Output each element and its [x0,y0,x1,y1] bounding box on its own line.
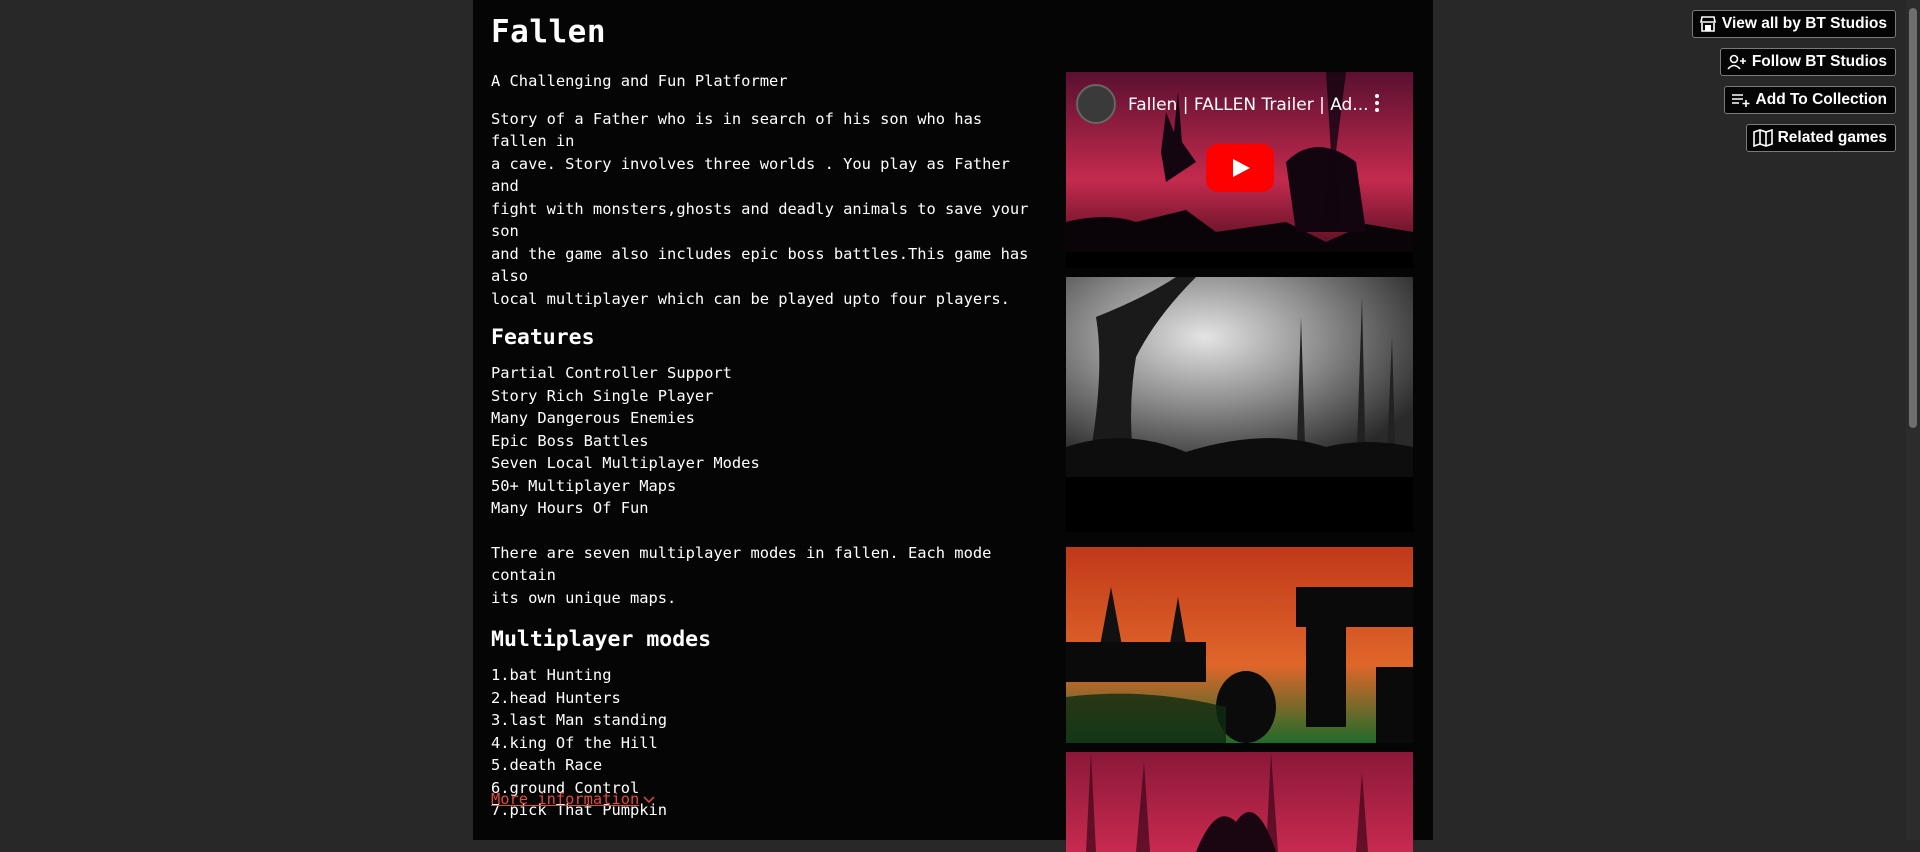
playlist-add-icon [1731,94,1750,107]
user-plus-icon [1727,54,1746,70]
note-line: There are seven multiplayer modes in fal… [491,543,992,585]
feature-item: Many Dangerous Enemies [491,409,695,427]
related-games-label: Related games [1777,129,1887,146]
feature-item: Story Rich Single Player [491,386,714,405]
story-line: Story of a Father who is in search of hi… [491,109,983,151]
trailer-video[interactable]: Fallen | FALLEN Trailer | Ad... [1066,72,1413,268]
game-page-column: Fallen A Challenging and Fun Platformer … [473,0,1433,852]
more-vertical-icon[interactable] [1375,94,1381,115]
store-icon [1699,16,1716,32]
more-information-link[interactable]: More information [491,790,655,808]
mode-item: 2.head Hunters [491,688,621,707]
feature-item: 50+ Multiplayer Maps [491,476,677,495]
feature-item: Partial Controller Support [491,364,732,382]
feature-item: Epic Boss Battles [491,431,649,450]
features-list: Partial Controller Support Story Rich Si… [491,362,1041,520]
page-title: Fallen [491,14,606,50]
follow-label: Follow BT Studios [1751,53,1887,70]
description-column: A Challenging and Fun Platformer Story o… [491,70,1041,822]
game-story: Story of a Father who is in search of hi… [491,108,1041,311]
story-line: local multiplayer which can be played up… [491,289,1010,308]
add-to-collection-button[interactable]: Add To Collection [1723,86,1896,114]
screenshot-image [1066,547,1413,743]
map-icon [1752,129,1773,147]
chevron-down-icon [643,793,655,807]
video-title[interactable]: Fallen | FALLEN Trailer | Ad... [1128,95,1369,115]
page-scrollbar[interactable] [1906,0,1920,840]
screenshot-crimson[interactable] [1066,752,1413,852]
story-line: and the game also includes epic boss bat… [491,244,1029,286]
screenshot-image [1066,752,1413,852]
add-to-collection-label: Add To Collection [1755,91,1887,108]
modes-note: There are seven multiplayer modes in fal… [491,542,1041,610]
mode-item: 5.death Race [491,756,603,774]
mode-item: 1.bat Hunting [491,666,612,684]
note-line: its own unique maps. [491,588,677,607]
view-all-label: View all by BT Studios [1721,15,1887,32]
mode-item: 3.last Man standing [491,711,668,729]
screenshot-sunset[interactable] [1066,547,1413,743]
features-heading: Features [491,325,595,350]
feature-item: Many Hours Of Fun [491,499,649,517]
screenshot-forest[interactable] [1066,277,1413,532]
story-line: fight with monsters,ghosts and deadly an… [491,199,1029,241]
screenshot-image [1066,277,1413,532]
multiplayer-modes-heading: Multiplayer modes [491,627,712,652]
play-icon[interactable] [1206,144,1274,192]
more-information-label: More information [491,790,640,808]
game-tagline: A Challenging and Fun Platformer [491,72,788,90]
related-games-button[interactable]: Related games [1745,124,1896,152]
channel-logo-icon[interactable] [1076,84,1116,124]
follow-button[interactable]: Follow BT Studios [1719,48,1896,76]
feature-item: Seven Local Multiplayer Modes [491,454,760,472]
mode-item: 4.king Of the Hill [491,733,658,752]
story-line: a cave. Story involves three worlds . Yo… [491,154,1010,196]
scrollbar-thumb[interactable] [1909,8,1917,428]
view-all-button[interactable]: View all by BT Studios [1691,10,1896,38]
